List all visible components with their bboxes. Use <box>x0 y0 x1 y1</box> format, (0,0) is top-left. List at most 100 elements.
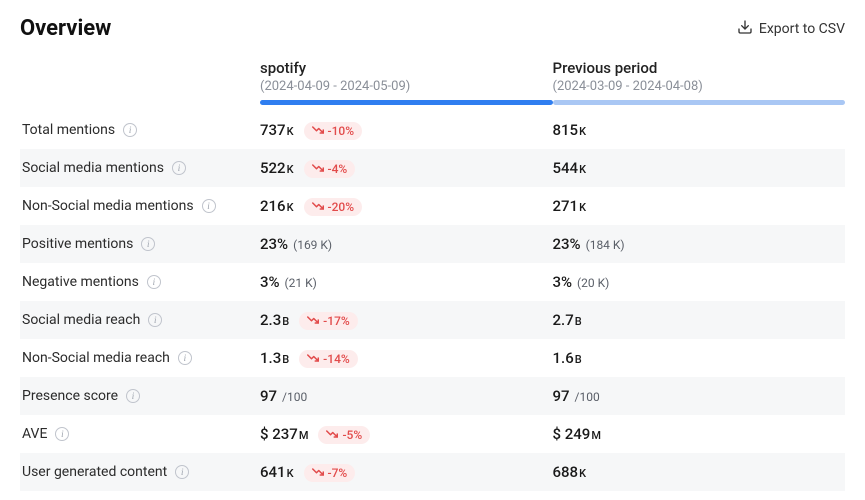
previous-value-cell: 815K <box>553 121 846 139</box>
current-value: 522 <box>260 159 286 177</box>
column-previous-bar <box>553 100 846 105</box>
metric-label: User generated content <box>22 464 167 480</box>
previous-subvalue: /100 <box>572 390 600 404</box>
previous-value: 3% <box>553 273 573 291</box>
current-unit: K <box>287 467 294 480</box>
previous-unit: K <box>579 125 586 138</box>
table-row: User generated contenti641K-7%688K <box>20 453 845 491</box>
trend-down-icon <box>312 124 324 138</box>
table-row: AVEi$ 237M-5%$ 249M <box>20 415 845 453</box>
current-value: 216 <box>260 197 286 215</box>
info-icon[interactable]: i <box>148 313 162 327</box>
delta-value: -20% <box>328 200 355 214</box>
previous-value-cell: 3% (20 K) <box>553 273 846 291</box>
metric-label-cell: User generated content i <box>20 464 260 480</box>
metric-label: Social media mentions <box>22 160 164 176</box>
current-value-cell: 737K -10% <box>260 121 553 140</box>
column-current-header: spotify (2024-04-09 - 2024-05-09) <box>260 59 553 111</box>
previous-unit: B <box>575 353 582 366</box>
previous-unit: K <box>579 467 586 480</box>
previous-value-cell: 97 /100 <box>553 387 846 405</box>
current-value: 1.3 <box>260 349 281 367</box>
current-subvalue: (169 K) <box>290 238 332 252</box>
info-icon[interactable]: i <box>55 427 69 441</box>
info-icon[interactable]: i <box>141 237 155 251</box>
info-icon[interactable]: i <box>147 275 161 289</box>
delta-badge: -5% <box>318 426 370 444</box>
previous-value: 688 <box>553 463 579 481</box>
info-icon[interactable]: i <box>123 123 137 137</box>
previous-value: $ 249 <box>553 425 591 443</box>
previous-value: 815 <box>553 121 579 139</box>
info-icon[interactable]: i <box>202 199 216 213</box>
current-unit: K <box>287 163 294 176</box>
info-icon[interactable]: i <box>175 465 189 479</box>
previous-unit: K <box>579 163 586 176</box>
metric-label: Non-Social media reach <box>22 350 170 366</box>
column-previous-name: Previous period <box>553 59 846 77</box>
info-icon[interactable]: i <box>172 161 186 175</box>
current-subvalue: (21 K) <box>282 276 317 290</box>
delta-badge: -10% <box>304 122 363 140</box>
current-value-cell: 3% (21 K) <box>260 273 553 291</box>
previous-unit: B <box>575 315 582 328</box>
current-value: 737 <box>260 121 286 139</box>
current-value-cell: 2.3B-17% <box>260 311 553 330</box>
previous-value: 1.6 <box>553 349 574 367</box>
info-icon[interactable]: i <box>178 351 192 365</box>
previous-value-cell: 1.6B <box>553 349 846 367</box>
current-value-cell: 97 /100 <box>260 387 553 405</box>
current-value: 2.3 <box>260 311 281 329</box>
current-value-cell: 641K-7% <box>260 463 553 482</box>
current-value-cell: 1.3B -14% <box>260 349 553 368</box>
table-row: Non-Social media mentionsi216K-20%271K <box>20 187 845 225</box>
current-value-cell: $ 237M-5% <box>260 425 553 444</box>
metric-label: Total mentions <box>22 122 115 138</box>
current-unit: K <box>287 201 294 214</box>
delta-badge: -4% <box>304 160 356 178</box>
metric-label-cell: Social media mentions i <box>20 160 260 176</box>
delta-badge: -7% <box>304 464 356 482</box>
current-value: 97 <box>260 387 277 405</box>
export-csv-button[interactable]: Export to CSV <box>737 19 845 39</box>
column-current-bar <box>260 100 553 105</box>
table-row: Social media reachi2.3B-17%2.7B <box>20 301 845 339</box>
column-current-range: (2024-04-09 - 2024-05-09) <box>260 79 553 94</box>
table-row: Total mentionsi737K-10%815K <box>20 111 845 149</box>
metric-label-cell: Non-Social media mentionsi <box>20 198 260 214</box>
previous-value: 271 <box>553 197 579 215</box>
current-subvalue: /100 <box>279 390 307 404</box>
previous-value: 2.7 <box>553 311 574 329</box>
table-row: Social media mentionsi522K-4%544K <box>20 149 845 187</box>
column-previous-header: Previous period (2024-03-09 - 2024-04-08… <box>553 59 846 111</box>
metric-label-cell: Total mentions i <box>20 122 260 138</box>
delta-value: -7% <box>328 466 348 480</box>
delta-value: -14% <box>323 352 350 366</box>
metric-label: Social media reach <box>22 312 140 328</box>
info-icon[interactable]: i <box>126 389 140 403</box>
current-unit: B <box>282 353 289 366</box>
previous-value: 23% <box>553 235 581 253</box>
current-value-cell: 522K -4% <box>260 159 553 178</box>
current-value: 23% <box>260 235 288 253</box>
current-unit: M <box>299 429 309 442</box>
delta-badge: -20% <box>304 198 363 216</box>
trend-down-icon <box>307 352 319 366</box>
trend-down-icon <box>312 200 324 214</box>
metric-label-cell: Negative mentions i <box>20 274 260 290</box>
delta-value: -5% <box>342 428 362 442</box>
metric-label: Negative mentions <box>22 274 139 290</box>
trend-down-icon <box>312 162 324 176</box>
metric-label-cell: Non-Social media reach i <box>20 350 260 366</box>
export-csv-label: Export to CSV <box>759 21 845 37</box>
metric-label: AVE <box>22 426 47 442</box>
delta-value: -17% <box>323 314 350 328</box>
page-title: Overview <box>20 16 111 41</box>
previous-value-cell: 544K <box>553 159 846 177</box>
previous-value: 97 <box>553 387 570 405</box>
previous-value-cell: 2.7B <box>553 311 846 329</box>
delta-value: -4% <box>328 162 348 176</box>
download-icon <box>737 19 753 39</box>
delta-value: -10% <box>328 124 355 138</box>
current-unit: K <box>287 125 294 138</box>
